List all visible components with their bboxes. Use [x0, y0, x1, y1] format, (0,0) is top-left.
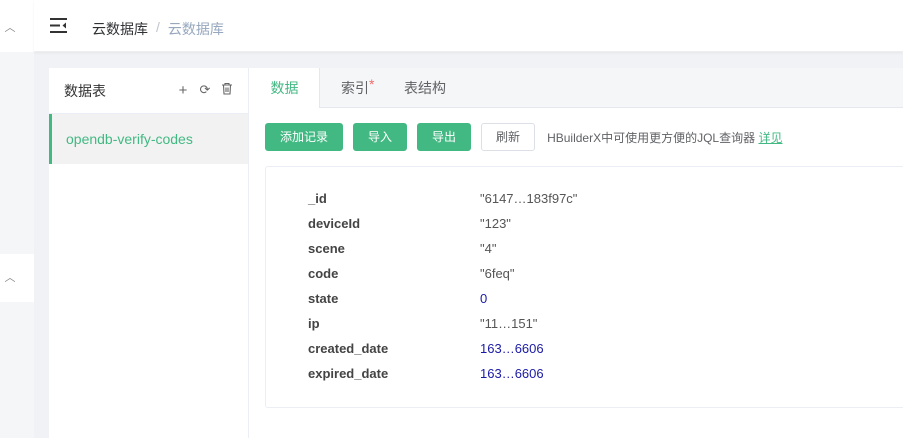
tab-schema-label: 表结构 [404, 80, 446, 96]
field-key: created_date [308, 341, 389, 356]
field-key: scene [308, 241, 345, 256]
record-row: deviceId "123" [308, 216, 511, 236]
breadcrumb-root[interactable]: 云数据库 [92, 19, 148, 39]
export-button[interactable]: 导出 [417, 123, 472, 151]
refresh-icon[interactable]: ⟳ [198, 82, 212, 99]
menu-fold-icon[interactable] [50, 18, 67, 33]
tab-index-label: 索引 [341, 80, 369, 96]
tab-schema[interactable]: 表结构 [390, 68, 460, 108]
field-value: 163…6606 [480, 341, 544, 356]
record-row: code "6feq" [308, 266, 515, 286]
field-value: "123" [480, 216, 511, 231]
trash-icon[interactable] [220, 82, 234, 99]
breadcrumb-separator: / [156, 19, 160, 35]
field-value: "11…151" [480, 316, 538, 331]
required-mark: * [369, 76, 375, 92]
tab-data[interactable]: 数据 [250, 68, 320, 108]
table-list-header: 数据表 + ⟳ [49, 68, 248, 114]
record-row: state 0 [308, 291, 487, 311]
table-list: 数据表 + ⟳ opendb-verify-codes [49, 68, 249, 438]
record-row: scene "4" [308, 241, 496, 261]
jql-hint-text: HBuilderX中可使用更方便的JQL查询器 [547, 130, 756, 145]
import-button[interactable]: 导入 [353, 123, 408, 151]
record-row: _id "6147…183f97c" [308, 191, 577, 211]
tab-bar: 数据 索引 * 表结构 [250, 68, 903, 108]
tab-index[interactable]: 索引 * [320, 68, 390, 108]
field-value: "6feq" [480, 266, 515, 281]
chevron-up-icon[interactable]: ︿ [4, 22, 16, 34]
db-panel: 数据表 + ⟳ opendb-verify-codes 数据 索引 * 表结构 添… [49, 68, 903, 438]
field-key: ip [308, 316, 320, 331]
tab-data-label: 数据 [270, 80, 299, 96]
refresh-button[interactable]: 刷新 [481, 123, 536, 151]
table-list-title: 数据表 [64, 82, 106, 99]
toolbar: 添加记录 导入 导出 刷新 HBuilderX中可使用更方便的JQL查询器 详见 [265, 123, 782, 151]
plus-icon[interactable]: + [176, 82, 190, 99]
record-row: ip "11…151" [308, 316, 537, 336]
field-value: "6147…183f97c" [480, 191, 578, 206]
field-value: 0 [480, 291, 488, 306]
field-key: deviceId [308, 216, 361, 231]
table-detail: 数据 索引 * 表结构 添加记录 导入 导出 刷新 HBuilderX中可使用更方… [250, 68, 903, 438]
field-value: "4" [480, 241, 497, 256]
field-key: state [308, 291, 339, 306]
left-rail: ︿ ︿ [0, 0, 34, 438]
table-item[interactable]: opendb-verify-codes [49, 114, 248, 164]
field-value: 163…6606 [480, 366, 544, 381]
jql-hint: HBuilderX中可使用更方便的JQL查询器 详见 [547, 129, 782, 146]
field-key: expired_date [308, 366, 389, 381]
record-card[interactable]: _id "6147…183f97c" deviceId "123" scene "4"… [265, 166, 903, 408]
breadcrumb-current: 云数据库 [167, 21, 224, 37]
add-record-button[interactable]: 添加记录 [265, 123, 344, 151]
field-key: _id [308, 191, 327, 206]
top-bar: 云数据库 / 云数据库 [34, 0, 903, 52]
field-key: code [308, 266, 339, 281]
breadcrumb: 云数据库 / 云数据库 [92, 19, 224, 39]
details-link[interactable]: 详见 [758, 131, 782, 145]
chevron-up-icon[interactable]: ︿ [4, 272, 16, 284]
record-row: expired_date 163…6606 [308, 366, 544, 386]
record-row: created_date 163…6606 [308, 341, 544, 361]
